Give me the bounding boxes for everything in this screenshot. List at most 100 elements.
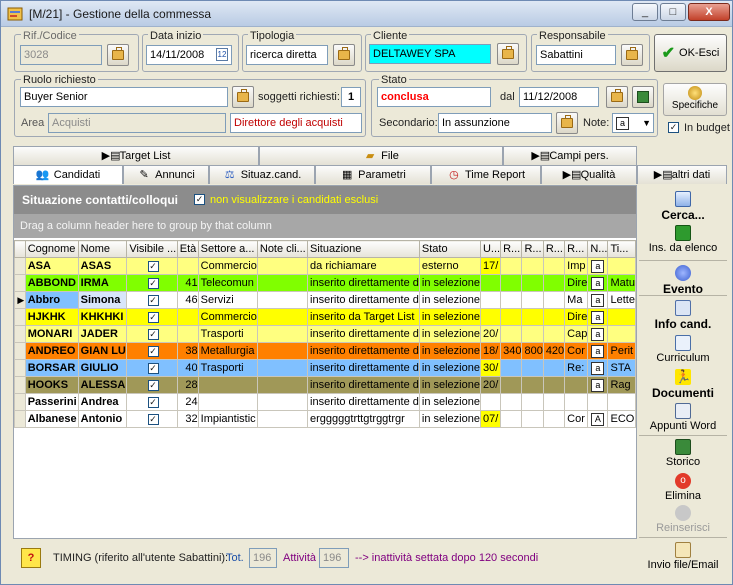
- note-icon[interactable]: a: [591, 327, 605, 341]
- reinsert-button[interactable]: Reinserisci: [639, 505, 727, 534]
- table-cell[interactable]: Commercio: [197, 257, 258, 275]
- table-cell[interactable]: 800: [521, 342, 544, 360]
- col-header[interactable]: Età: [176, 240, 199, 258]
- table-cell[interactable]: [542, 291, 566, 309]
- soggetti-field[interactable]: 1: [341, 87, 361, 107]
- table-cell[interactable]: ✓: [126, 342, 178, 360]
- visible-checkbox[interactable]: ✓: [147, 295, 159, 306]
- table-cell[interactable]: 24: [176, 393, 199, 411]
- table-cell[interactable]: a: [587, 274, 609, 292]
- table-cell[interactable]: [256, 359, 309, 377]
- table-cell[interactable]: 46: [176, 291, 199, 309]
- col-header[interactable]: Stato: [418, 240, 481, 258]
- table-cell[interactable]: MONARI: [24, 325, 79, 343]
- table-cell[interactable]: Trasporti: [197, 359, 258, 377]
- table-cell[interactable]: [256, 376, 309, 394]
- table-cell[interactable]: [479, 274, 502, 292]
- visible-checkbox[interactable]: ✓: [147, 414, 159, 425]
- ok-exit-button[interactable]: ✔ OK-Esci: [654, 34, 727, 72]
- table-cell[interactable]: da richiamare: [307, 257, 420, 275]
- tab-altri-dati[interactable]: ▶▤ altri dati: [637, 165, 727, 184]
- table-cell[interactable]: [542, 257, 566, 275]
- table-cell[interactable]: [587, 393, 609, 411]
- tipologia-field[interactable]: ricerca diretta: [246, 45, 328, 65]
- table-cell[interactable]: [521, 393, 544, 411]
- secondario-button[interactable]: [556, 112, 578, 134]
- table-cell[interactable]: JADER: [77, 325, 128, 343]
- table-cell[interactable]: 18/: [479, 342, 502, 360]
- table-cell[interactable]: [542, 274, 566, 292]
- table-cell[interactable]: [256, 393, 309, 411]
- table-cell[interactable]: 32: [176, 410, 199, 428]
- tab-campi-pers[interactable]: ▶▤ Campi pers.: [503, 146, 637, 165]
- table-cell[interactable]: Dire: [564, 274, 589, 292]
- table-cell[interactable]: [521, 274, 544, 292]
- table-cell[interactable]: [542, 308, 566, 326]
- table-row[interactable]: ▶ Abbro Simona ✓ 46 Servizi inserito direttame…: [14, 291, 636, 309]
- table-cell[interactable]: Commercio: [197, 308, 258, 326]
- table-cell[interactable]: 340: [500, 342, 523, 360]
- table-row[interactable]: ASA ASAS ✓ Commercio da richiamare esterno 17/…: [14, 257, 636, 275]
- table-cell[interactable]: [256, 291, 309, 309]
- table-cell[interactable]: [542, 410, 566, 428]
- table-cell[interactable]: [607, 393, 636, 411]
- table-cell[interactable]: a: [587, 291, 609, 309]
- table-cell[interactable]: [521, 359, 544, 377]
- table-cell[interactable]: ✓: [126, 410, 178, 428]
- delete-button[interactable]: o Elimina: [639, 473, 727, 502]
- table-cell[interactable]: [521, 410, 544, 428]
- table-cell[interactable]: GIAN LU: [77, 342, 128, 360]
- table-cell[interactable]: a: [587, 325, 609, 343]
- table-cell[interactable]: [542, 393, 566, 411]
- table-row[interactable]: ABBOND IRMA ✓ 41 Telecomun inserito direttame…: [14, 274, 636, 292]
- tab-annunci[interactable]: ✎ Annunci: [123, 165, 209, 184]
- note-icon[interactable]: a: [591, 361, 605, 375]
- curriculum-button[interactable]: Curriculum: [639, 335, 727, 364]
- table-cell[interactable]: Lette: [607, 291, 636, 309]
- table-cell[interactable]: ECO: [607, 410, 636, 428]
- stato-button[interactable]: [606, 86, 628, 108]
- table-cell[interactable]: inserito direttamente d: [307, 342, 420, 360]
- table-cell[interactable]: IRMA: [77, 274, 128, 292]
- visible-checkbox[interactable]: ✓: [147, 380, 159, 391]
- table-cell[interactable]: 41: [176, 274, 199, 292]
- table-cell[interactable]: [256, 257, 309, 275]
- table-cell[interactable]: in selezione: [418, 359, 481, 377]
- table-cell[interactable]: KHKHKI: [77, 308, 128, 326]
- row-indicator[interactable]: [14, 359, 26, 377]
- table-row[interactable]: Albanese Antonio ✓ 32 Impiantistic ergggggtrt…: [14, 410, 636, 428]
- table-cell[interactable]: [500, 410, 523, 428]
- table-cell[interactable]: 20/: [479, 376, 502, 394]
- stato-history-button[interactable]: [632, 86, 654, 108]
- table-cell[interactable]: Simona: [77, 291, 128, 309]
- table-cell[interactable]: [521, 291, 544, 309]
- table-cell[interactable]: ANDREO: [24, 342, 79, 360]
- table-cell[interactable]: 38: [176, 342, 199, 360]
- row-indicator[interactable]: [14, 393, 26, 411]
- direttore-field[interactable]: Direttore degli acquisti: [230, 113, 362, 133]
- table-cell[interactable]: HOOKS: [24, 376, 79, 394]
- table-cell[interactable]: A: [587, 410, 609, 428]
- in-budget-checkbox[interactable]: ✓: [668, 122, 679, 133]
- table-cell[interactable]: Cor: [564, 342, 589, 360]
- col-header[interactable]: Settore a...: [197, 240, 258, 258]
- table-cell[interactable]: [479, 291, 502, 309]
- table-cell[interactable]: a: [587, 342, 609, 360]
- search-button[interactable]: Cerca...: [639, 191, 727, 222]
- table-cell[interactable]: Re:: [564, 359, 589, 377]
- col-header[interactable]: Ti...: [607, 240, 636, 258]
- visible-checkbox[interactable]: ✓: [147, 261, 159, 272]
- table-cell[interactable]: ASAS: [77, 257, 128, 275]
- table-cell[interactable]: ASA: [24, 257, 79, 275]
- table-cell[interactable]: [479, 393, 502, 411]
- table-cell[interactable]: [500, 308, 523, 326]
- tab-target-list[interactable]: ▶▤ Target List: [13, 146, 259, 165]
- table-cell[interactable]: Telecomun: [197, 274, 258, 292]
- table-cell[interactable]: [500, 376, 523, 394]
- table-cell[interactable]: in selezione: [418, 393, 481, 411]
- table-cell[interactable]: inserito da Target List: [307, 308, 420, 326]
- row-indicator[interactable]: [14, 274, 26, 292]
- table-cell[interactable]: a: [587, 257, 609, 275]
- table-cell[interactable]: Metallurgia: [197, 342, 258, 360]
- table-cell[interactable]: inserito direttamente d: [307, 325, 420, 343]
